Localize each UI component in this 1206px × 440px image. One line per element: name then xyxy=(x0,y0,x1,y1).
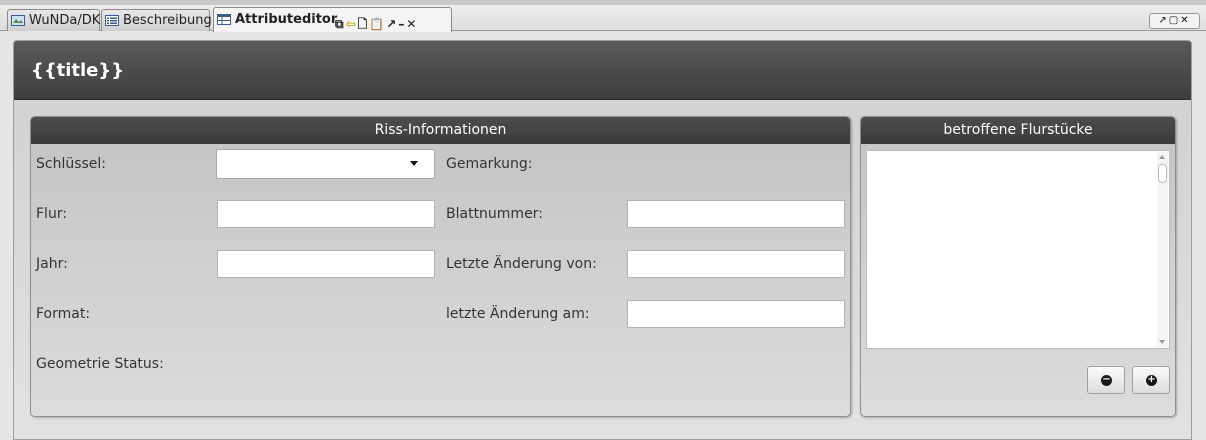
flurstuecke-scrollbar[interactable] xyxy=(1157,152,1168,347)
add-flurstueck-button[interactable]: + xyxy=(1132,366,1170,394)
riss-informationen-header: Riss-Informationen xyxy=(31,117,850,144)
tab-label: WuNDa/DK xyxy=(29,13,101,28)
tab-bar: WuNDa/DK Beschreibung Attributeditor ⧉ ⇦ 🗋… xyxy=(0,0,1206,32)
back-arrow-icon[interactable]: ⇦ xyxy=(346,17,356,31)
schluessel-label: Schlüssel: xyxy=(36,156,107,172)
letzte-aenderung-von-label: Letzte Änderung von: xyxy=(446,256,597,272)
scroll-up-icon[interactable] xyxy=(1159,155,1165,159)
blattnummer-label: Blattnummer: xyxy=(446,206,543,222)
tab-bar-top-strip xyxy=(0,0,1206,5)
scroll-thumb[interactable] xyxy=(1158,164,1167,183)
table-icon xyxy=(217,14,231,25)
schluessel-combobox[interactable] xyxy=(216,149,435,179)
list-icon xyxy=(105,15,119,26)
flurstuecke-panel: betroffene Flurstücke − + xyxy=(860,116,1176,417)
jahr-label: Jahr: xyxy=(36,256,68,272)
letzte-aenderung-am-input[interactable] xyxy=(627,300,845,328)
flur-label: Flur: xyxy=(36,206,68,222)
letzte-aenderung-am-label: letzte Änderung am: xyxy=(446,306,590,322)
format-label: Format: xyxy=(36,306,91,322)
window-controls[interactable]: ↗▢✕ xyxy=(1149,13,1200,29)
paste-icon[interactable]: 📋 xyxy=(369,17,384,31)
panel-header: {{title}} xyxy=(14,41,1191,100)
map-window-icon xyxy=(11,15,25,26)
panel-title: {{title}} xyxy=(31,60,125,81)
flur-input[interactable] xyxy=(217,200,435,228)
minimize-icon[interactable]: – xyxy=(398,17,404,31)
tab-label: Beschreibung xyxy=(123,13,212,28)
riss-informationen-panel: Riss-Informationen Schlüssel: Flur: Jahr… xyxy=(30,116,851,417)
chevron-down-icon[interactable] xyxy=(410,161,418,166)
gemarkung-label: Gemarkung: xyxy=(446,156,533,172)
plus-icon: + xyxy=(1146,374,1157,386)
attribute-editor-panel: {{title}} Riss-Informationen Schlüssel: … xyxy=(13,40,1192,440)
tab-attributeditor[interactable]: Attributeditor ⧉ ⇦ 🗋 📋 ↗ – ✕ xyxy=(213,7,452,32)
flurstuecke-header: betroffene Flurstücke xyxy=(861,117,1175,144)
tab-wunda-dk[interactable]: WuNDa/DK xyxy=(7,9,100,31)
tab-beschreibung[interactable]: Beschreibung xyxy=(101,9,212,31)
copy-icon[interactable]: ⧉ xyxy=(335,17,344,31)
tab-toolbar: ⧉ ⇦ 🗋 📋 ↗ – ✕ xyxy=(335,13,418,31)
minus-icon: − xyxy=(1101,374,1112,386)
blattnummer-input[interactable] xyxy=(627,200,845,228)
jahr-input[interactable] xyxy=(217,250,435,278)
remove-flurstueck-button[interactable]: − xyxy=(1087,366,1125,394)
panel-body: Riss-Informationen Schlüssel: Flur: Jahr… xyxy=(14,100,1191,439)
tab-label: Attributeditor xyxy=(235,12,338,27)
page-icon[interactable]: 🗋 xyxy=(358,17,368,31)
pin-icon[interactable]: ↗ xyxy=(386,17,396,31)
letzte-aenderung-von-input[interactable] xyxy=(627,250,845,278)
close-icon[interactable]: ✕ xyxy=(406,17,416,31)
flurstuecke-list[interactable] xyxy=(866,150,1170,349)
geometrie-status-label: Geometrie Status: xyxy=(36,356,164,372)
scroll-down-icon[interactable] xyxy=(1159,340,1165,344)
